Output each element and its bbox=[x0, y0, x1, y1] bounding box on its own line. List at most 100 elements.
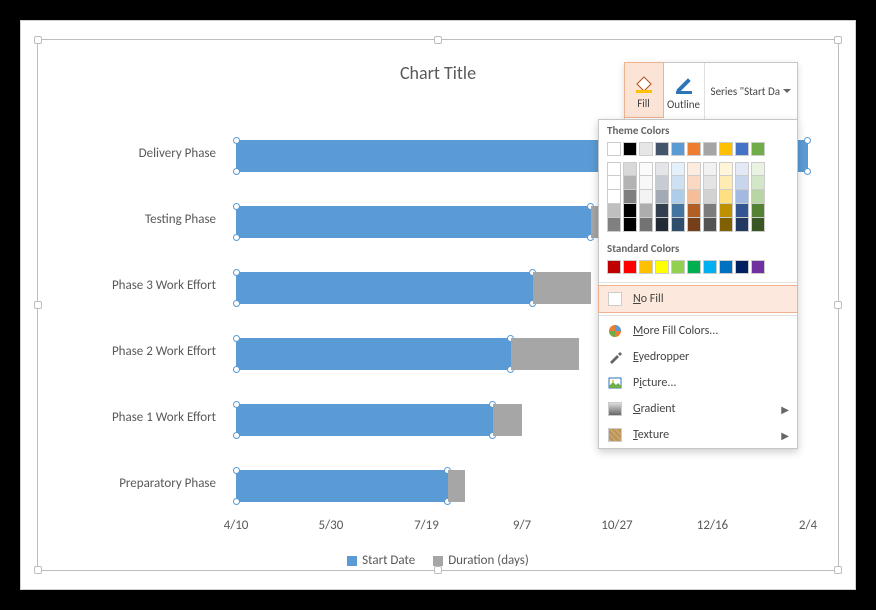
resize-handle[interactable] bbox=[34, 301, 42, 309]
color-swatch[interactable] bbox=[751, 142, 765, 156]
color-swatch[interactable] bbox=[639, 142, 653, 156]
color-swatch[interactable] bbox=[639, 176, 653, 190]
color-swatch[interactable] bbox=[719, 218, 733, 232]
color-swatch[interactable] bbox=[639, 218, 653, 232]
legend-item: Duration (days) bbox=[433, 553, 529, 568]
color-swatch[interactable] bbox=[751, 218, 765, 232]
bar-start-date[interactable] bbox=[236, 404, 493, 436]
color-swatch[interactable] bbox=[607, 260, 621, 274]
color-swatch[interactable] bbox=[671, 142, 685, 156]
color-swatch[interactable] bbox=[735, 218, 749, 232]
color-swatch[interactable] bbox=[623, 204, 637, 218]
resize-handle[interactable] bbox=[834, 301, 842, 309]
bar-duration[interactable] bbox=[533, 272, 590, 304]
eyedropper-item[interactable]: Eyedropper bbox=[599, 344, 797, 370]
color-swatch[interactable] bbox=[735, 190, 749, 204]
color-swatch[interactable] bbox=[655, 190, 669, 204]
bar-duration[interactable] bbox=[493, 404, 522, 436]
color-swatch[interactable] bbox=[687, 218, 701, 232]
color-swatch[interactable] bbox=[703, 190, 717, 204]
color-swatch[interactable] bbox=[655, 204, 669, 218]
color-swatch[interactable] bbox=[623, 142, 637, 156]
color-swatch[interactable] bbox=[607, 204, 621, 218]
y-label: Testing Phase bbox=[56, 212, 216, 227]
bar-start-date[interactable] bbox=[236, 272, 533, 304]
submenu-arrow-icon: ▶ bbox=[781, 403, 789, 416]
color-swatch[interactable] bbox=[751, 190, 765, 204]
color-swatch[interactable] bbox=[735, 260, 749, 274]
color-swatch[interactable] bbox=[671, 162, 685, 176]
color-swatch[interactable] bbox=[607, 176, 621, 190]
color-swatch[interactable] bbox=[639, 204, 653, 218]
outline-button[interactable]: Outline bbox=[664, 63, 704, 119]
bar-duration[interactable] bbox=[448, 470, 465, 502]
legend[interactable]: Start Date Duration (days) bbox=[38, 553, 838, 568]
color-swatch[interactable] bbox=[687, 204, 701, 218]
color-swatch[interactable] bbox=[655, 260, 669, 274]
y-label: Phase 3 Work Effort bbox=[56, 278, 216, 293]
texture-icon bbox=[607, 427, 623, 443]
color-swatch[interactable] bbox=[623, 162, 637, 176]
color-swatch[interactable] bbox=[639, 190, 653, 204]
color-swatch[interactable] bbox=[639, 260, 653, 274]
bar-start-date[interactable] bbox=[236, 338, 511, 370]
resize-handle[interactable] bbox=[434, 36, 442, 44]
color-swatch[interactable] bbox=[719, 260, 733, 274]
color-swatch[interactable] bbox=[671, 190, 685, 204]
color-swatch[interactable] bbox=[623, 260, 637, 274]
color-swatch[interactable] bbox=[687, 260, 701, 274]
color-swatch[interactable] bbox=[607, 218, 621, 232]
color-swatch[interactable] bbox=[703, 218, 717, 232]
color-swatch[interactable] bbox=[751, 162, 765, 176]
texture-fill-item[interactable]: Texture ▶ bbox=[599, 422, 797, 448]
color-swatch[interactable] bbox=[607, 162, 621, 176]
color-swatch[interactable] bbox=[623, 176, 637, 190]
color-swatch[interactable] bbox=[671, 176, 685, 190]
resize-handle[interactable] bbox=[34, 36, 42, 44]
color-swatch[interactable] bbox=[735, 176, 749, 190]
gradient-fill-item[interactable]: Gradient ▶ bbox=[599, 396, 797, 422]
picture-fill-item[interactable]: Picture... bbox=[599, 370, 797, 396]
color-swatch[interactable] bbox=[735, 142, 749, 156]
color-swatch[interactable] bbox=[719, 176, 733, 190]
color-swatch[interactable] bbox=[607, 190, 621, 204]
no-fill-item[interactable]: No Fill bbox=[598, 285, 798, 313]
color-swatch[interactable] bbox=[671, 204, 685, 218]
color-swatch[interactable] bbox=[703, 176, 717, 190]
color-swatch[interactable] bbox=[687, 176, 701, 190]
color-swatch[interactable] bbox=[655, 142, 669, 156]
color-swatch[interactable] bbox=[703, 204, 717, 218]
fill-button[interactable]: Fill bbox=[624, 62, 664, 118]
color-swatch[interactable] bbox=[751, 204, 765, 218]
color-swatch[interactable] bbox=[639, 162, 653, 176]
color-swatch[interactable] bbox=[623, 218, 637, 232]
color-swatch[interactable] bbox=[655, 218, 669, 232]
chart-element-selector[interactable]: Series "Start Da bbox=[704, 63, 797, 119]
bar-start-date[interactable] bbox=[236, 470, 448, 502]
color-swatch[interactable] bbox=[687, 142, 701, 156]
color-swatch[interactable] bbox=[719, 142, 733, 156]
color-swatch[interactable] bbox=[719, 190, 733, 204]
color-swatch[interactable] bbox=[671, 260, 685, 274]
bar-duration[interactable] bbox=[511, 338, 580, 370]
color-swatch[interactable] bbox=[735, 204, 749, 218]
bar-start-date[interactable] bbox=[236, 206, 591, 238]
color-swatch[interactable] bbox=[687, 162, 701, 176]
color-swatch[interactable] bbox=[671, 218, 685, 232]
color-swatch[interactable] bbox=[751, 176, 765, 190]
color-swatch[interactable] bbox=[655, 162, 669, 176]
color-swatch[interactable] bbox=[719, 162, 733, 176]
color-swatch[interactable] bbox=[687, 190, 701, 204]
color-swatch[interactable] bbox=[703, 162, 717, 176]
color-swatch[interactable] bbox=[751, 260, 765, 274]
color-swatch[interactable] bbox=[655, 176, 669, 190]
more-fill-colors-item[interactable]: More Fill Colors... bbox=[599, 318, 797, 344]
color-swatch[interactable] bbox=[607, 142, 621, 156]
color-swatch[interactable] bbox=[703, 260, 717, 274]
color-swatch[interactable] bbox=[623, 190, 637, 204]
gradient-icon bbox=[607, 401, 623, 417]
color-swatch[interactable] bbox=[703, 142, 717, 156]
color-swatch[interactable] bbox=[719, 204, 733, 218]
color-swatch[interactable] bbox=[735, 162, 749, 176]
resize-handle[interactable] bbox=[834, 36, 842, 44]
